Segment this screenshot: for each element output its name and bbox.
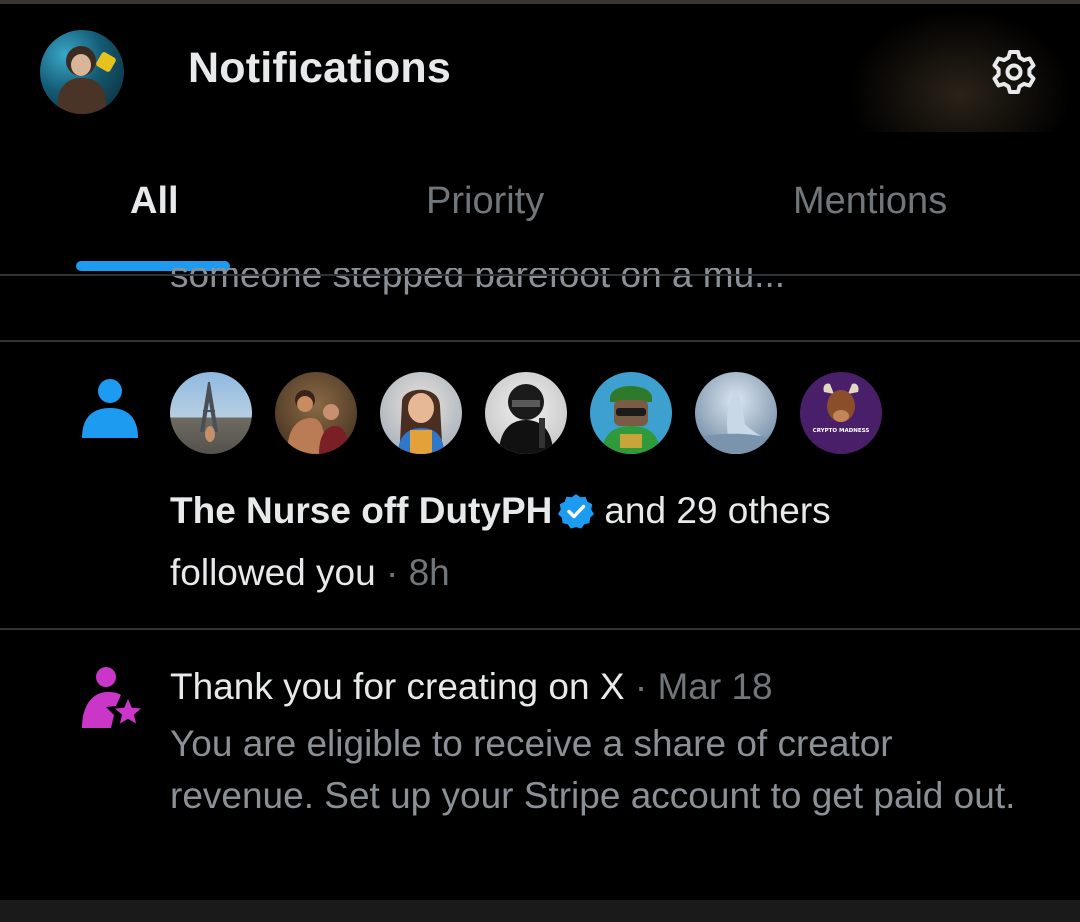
follower-avatar[interactable]: CRYPTO MADNESS <box>800 372 882 454</box>
tab-all[interactable]: All <box>130 180 179 223</box>
truncated-notification[interactable]: someone stepped barefoot on a mu... <box>170 268 1030 296</box>
creator-notification[interactable]: Thank you for creating on X · Mar 18 You… <box>0 630 1080 900</box>
profile-avatar[interactable] <box>40 30 124 114</box>
others-text: and 29 others <box>604 490 831 531</box>
follower-avatar[interactable] <box>590 372 672 454</box>
date: Mar 18 <box>657 666 773 707</box>
followed-line: followed you · 8h <box>170 552 450 594</box>
truncated-notification-text: someone stepped barefoot on a mu... <box>170 268 786 295</box>
follower-avatar[interactable] <box>170 372 252 454</box>
follower-avatar[interactable] <box>380 372 462 454</box>
verified-badge-icon <box>558 494 595 529</box>
separator: · <box>634 666 648 707</box>
follow-notification[interactable]: CRYPTO MADNESS The Nurse off DutyPH and 2… <box>0 342 1080 628</box>
tab-mentions[interactable]: Mentions <box>793 180 947 223</box>
follower-avatar[interactable] <box>275 372 357 454</box>
follower-name[interactable]: The Nurse off DutyPH <box>170 490 552 531</box>
person-icon <box>82 379 138 438</box>
bottom-bar <box>0 900 1080 922</box>
page-title: Notifications <box>188 44 451 92</box>
creator-body: You are eligible to receive a share of c… <box>170 723 1016 816</box>
tab-bar: All Priority Mentions <box>0 150 1080 274</box>
creator-title-line: Thank you for creating on X · Mar 18 <box>170 666 773 708</box>
crypto-madness-caption: CRYPTO MADNESS <box>813 428 870 434</box>
timestamp: 8h <box>408 552 450 593</box>
separator: · <box>385 552 399 593</box>
creator-star-icon <box>82 667 141 728</box>
follower-avatar[interactable] <box>485 372 567 454</box>
follow-action: followed you <box>170 552 376 593</box>
header: Notifications <box>0 4 1080 132</box>
tabs-divider <box>0 274 1080 276</box>
follower-avatar[interactable] <box>695 372 777 454</box>
creator-title: Thank you for creating on X <box>170 666 625 707</box>
followers-line: The Nurse off DutyPH and 29 others <box>170 490 831 532</box>
tab-priority[interactable]: Priority <box>426 180 544 223</box>
gear-icon[interactable] <box>990 48 1038 96</box>
